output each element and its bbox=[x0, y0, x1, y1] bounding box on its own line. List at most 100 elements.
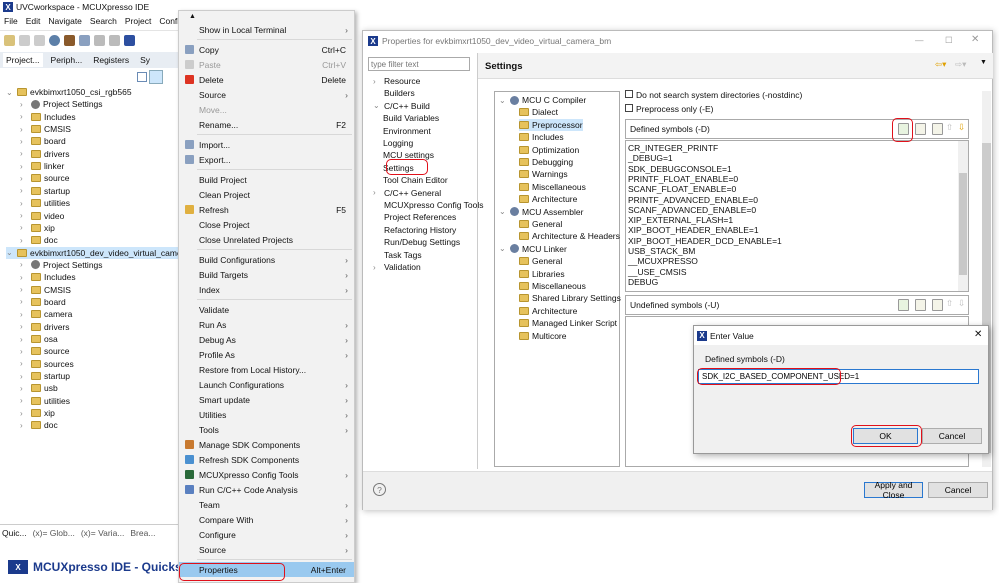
move-up-icon[interactable]: ⇧ bbox=[946, 122, 953, 133]
menu-item[interactable]: Refresh F5 bbox=[179, 202, 354, 217]
nav-item[interactable]: ⌄ C/C++ Build bbox=[373, 100, 430, 112]
scrollbar[interactable] bbox=[958, 141, 968, 291]
nav-item[interactable]: › C/C++ General bbox=[373, 187, 441, 199]
tree-item[interactable]: › startup bbox=[20, 185, 70, 197]
tree-item[interactable]: › board bbox=[20, 135, 66, 147]
move-down-icon[interactable]: ⇩ bbox=[958, 122, 965, 133]
menu-item[interactable]: Configure › bbox=[179, 527, 354, 542]
tool-tree-item[interactable]: Preprocessor bbox=[519, 118, 583, 131]
save-icon[interactable] bbox=[19, 35, 30, 46]
nav-item[interactable]: Builders bbox=[373, 87, 415, 99]
tool-tree-item[interactable]: Dialect bbox=[519, 106, 558, 118]
chevron-icon[interactable]: › bbox=[20, 297, 28, 306]
tree-item[interactable]: › video bbox=[20, 210, 64, 222]
chevron-icon[interactable]: › bbox=[20, 125, 28, 134]
tool-tree-item[interactable]: ⌄ MCU Assembler bbox=[499, 206, 583, 218]
cancel-button[interactable]: Cancel bbox=[928, 482, 988, 498]
debug-icon[interactable] bbox=[124, 35, 135, 46]
chevron-icon[interactable]: ⌄ bbox=[6, 248, 14, 257]
menu-item[interactable]: Team › bbox=[179, 497, 354, 512]
menu-item[interactable]: Copy Ctrl+C bbox=[179, 42, 354, 57]
scrollbar-thumb[interactable] bbox=[959, 173, 967, 275]
tree-item[interactable]: › Includes bbox=[20, 111, 76, 123]
target-icon[interactable] bbox=[49, 35, 60, 46]
chevron-icon[interactable]: ⌄ bbox=[6, 88, 14, 97]
scroll-up-arrow-icon[interactable]: ▲ bbox=[189, 13, 196, 20]
nav-item[interactable]: Build Variables bbox=[383, 112, 439, 124]
add-symbol-icon[interactable] bbox=[898, 299, 909, 311]
nav-item[interactable]: Tool Chain Editor bbox=[383, 174, 448, 186]
tree-item[interactable]: › usb bbox=[20, 382, 58, 394]
tab-registers[interactable]: Registers bbox=[90, 53, 132, 67]
nav-item[interactable]: Project References bbox=[373, 211, 456, 223]
checkbox-nostdinc[interactable]: Do not search system directories (-nostd… bbox=[625, 90, 802, 100]
menu-item[interactable]: Index › bbox=[179, 282, 354, 297]
menu-item[interactable]: Utilities › bbox=[179, 407, 354, 422]
menu-item[interactable]: Refresh SDK Components bbox=[179, 452, 354, 467]
nav-item[interactable]: Logging bbox=[383, 137, 413, 149]
tree-item[interactable]: › CMSIS bbox=[20, 123, 71, 135]
tree-item[interactable]: › board bbox=[20, 296, 66, 308]
menu-item[interactable]: Debug As › bbox=[179, 332, 354, 347]
chevron-icon[interactable]: › bbox=[20, 409, 28, 418]
build-hammer-icon[interactable] bbox=[64, 35, 75, 46]
chevron-icon[interactable]: › bbox=[20, 396, 28, 405]
view-menu-icon[interactable]: ▼ bbox=[980, 59, 987, 66]
edit-symbol-icon[interactable] bbox=[932, 299, 943, 311]
tool-tree-item[interactable]: Shared Library Settings bbox=[519, 292, 621, 304]
menu-item[interactable]: Smart update › bbox=[179, 392, 354, 407]
defined-symbol-item[interactable]: _DEBUG=1 bbox=[628, 153, 673, 163]
tree-item[interactable]: › doc bbox=[20, 419, 58, 431]
defined-symbol-item[interactable]: SCANF_ADVANCED_ENABLE=0 bbox=[628, 205, 756, 215]
edit-symbol-icon[interactable] bbox=[932, 123, 943, 135]
tool-tree-item[interactable]: Architecture bbox=[519, 193, 577, 205]
chevron-icon[interactable]: › bbox=[20, 236, 28, 245]
chevron-icon[interactable]: ⌄ bbox=[499, 96, 507, 105]
chevron-icon[interactable]: › bbox=[20, 162, 28, 171]
cancel-button[interactable]: Cancel bbox=[922, 428, 982, 444]
tree-item[interactable]: › startup bbox=[20, 370, 70, 382]
move-down-icon[interactable]: ⇩ bbox=[958, 298, 965, 309]
menu-project[interactable]: Project bbox=[125, 16, 151, 26]
tree-item[interactable]: › drivers bbox=[20, 148, 70, 160]
nav-item[interactable]: Task Tags bbox=[373, 249, 422, 261]
menu-item[interactable]: Run As › bbox=[179, 317, 354, 332]
menu-item[interactable]: Delete Delete bbox=[179, 72, 354, 87]
tool-tree-item[interactable]: Miscellaneous bbox=[519, 181, 586, 193]
defined-symbol-item[interactable]: DEBUG bbox=[628, 277, 658, 287]
tree-item[interactable]: ⌄ evkbimxrt1050_dev_video_virtual_camera_… bbox=[6, 246, 206, 259]
tool-tree-item[interactable]: Includes bbox=[519, 131, 564, 143]
tool-tree-item[interactable]: ⌄ MCU Linker bbox=[499, 243, 567, 255]
menu-item[interactable]: Build Configurations › bbox=[179, 252, 354, 267]
tree-item[interactable]: ⌄ evkbimxrt1050_csi_rgb565 bbox=[6, 86, 132, 98]
chevron-icon[interactable]: › bbox=[20, 335, 28, 344]
tree-item[interactable]: › drivers bbox=[20, 321, 70, 333]
menu-item[interactable]: Launch Configurations › bbox=[179, 377, 354, 392]
tool-tree-item[interactable]: General bbox=[519, 255, 562, 267]
menu-item[interactable]: Restore from Local History... bbox=[179, 362, 354, 377]
checkbox-box[interactable] bbox=[625, 104, 633, 112]
defined-symbol-item[interactable]: PRINTF_FLOAT_ENABLE=0 bbox=[628, 174, 738, 184]
menu-item[interactable]: Manage SDK Components bbox=[179, 437, 354, 452]
new-icon[interactable] bbox=[4, 35, 15, 46]
nav-item[interactable]: › Resource bbox=[373, 75, 420, 87]
chevron-icon[interactable]: › bbox=[20, 112, 28, 121]
menu-item[interactable]: Build Project bbox=[179, 172, 354, 187]
defined-symbol-item[interactable]: SCANF_FLOAT_ENABLE=0 bbox=[628, 184, 736, 194]
tool-tree-item[interactable]: Architecture bbox=[519, 305, 577, 317]
save-all-icon[interactable] bbox=[34, 35, 45, 46]
tree-item[interactable]: › Project Settings bbox=[20, 98, 103, 110]
tree-item[interactable]: › sources bbox=[20, 358, 74, 370]
tree-item[interactable]: › Project Settings bbox=[20, 259, 103, 271]
tool-tree-item[interactable]: Optimization bbox=[519, 144, 579, 156]
chevron-icon[interactable]: › bbox=[20, 322, 28, 331]
filter-input[interactable] bbox=[368, 57, 470, 71]
chevron-icon[interactable]: › bbox=[20, 186, 28, 195]
forward-arrow-icon[interactable]: ⇨▾ bbox=[955, 59, 966, 70]
tree-item[interactable]: › xip bbox=[20, 222, 55, 234]
tool-tree-item[interactable]: ⌄ MCU C Compiler bbox=[499, 94, 586, 106]
tool-tree-item[interactable]: Libraries bbox=[519, 268, 565, 280]
chevron-icon[interactable]: › bbox=[20, 359, 28, 368]
tree-item[interactable]: › doc bbox=[20, 234, 58, 246]
tab-breakpoints[interactable]: Brea... bbox=[130, 528, 155, 538]
